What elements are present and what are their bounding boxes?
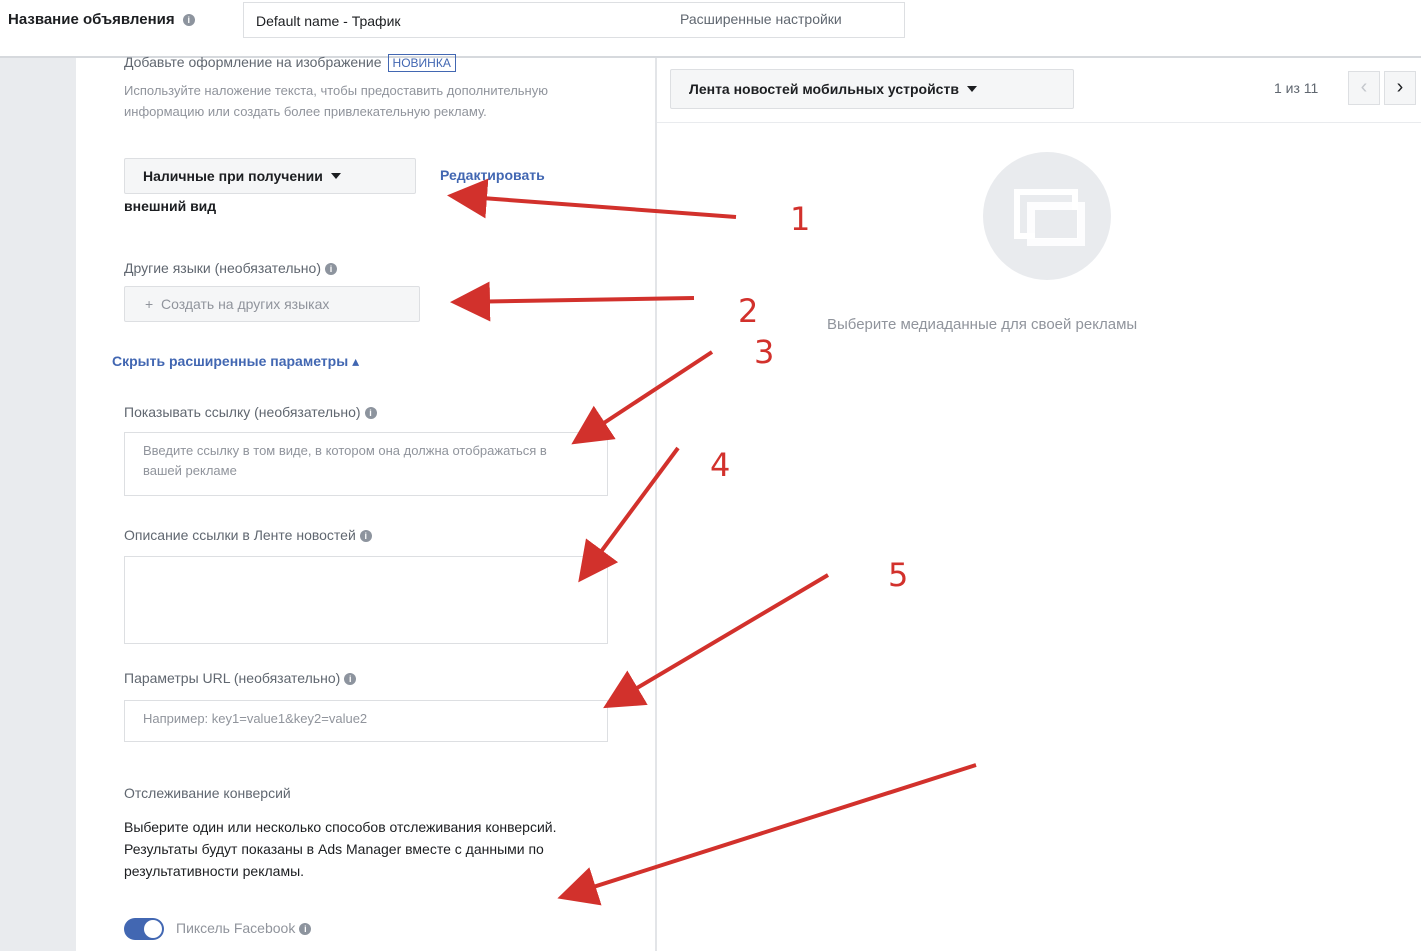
annotation-number-4: 4 — [710, 446, 731, 484]
annotation-number-2: 2 — [738, 292, 759, 330]
annotation-arrow-4 — [578, 446, 680, 583]
annotation-arrow-2 — [450, 281, 695, 322]
annotation-arrow-5 — [603, 573, 830, 709]
annotation-arrow-3 — [571, 350, 714, 445]
annotation-number-5: 5 — [888, 556, 909, 594]
annotation-number-1: 1 — [790, 200, 811, 238]
annotation-arrow-1 — [447, 178, 737, 219]
annotation-arrow-6 — [557, 763, 977, 906]
annotation-number-3: 3 — [754, 333, 775, 371]
